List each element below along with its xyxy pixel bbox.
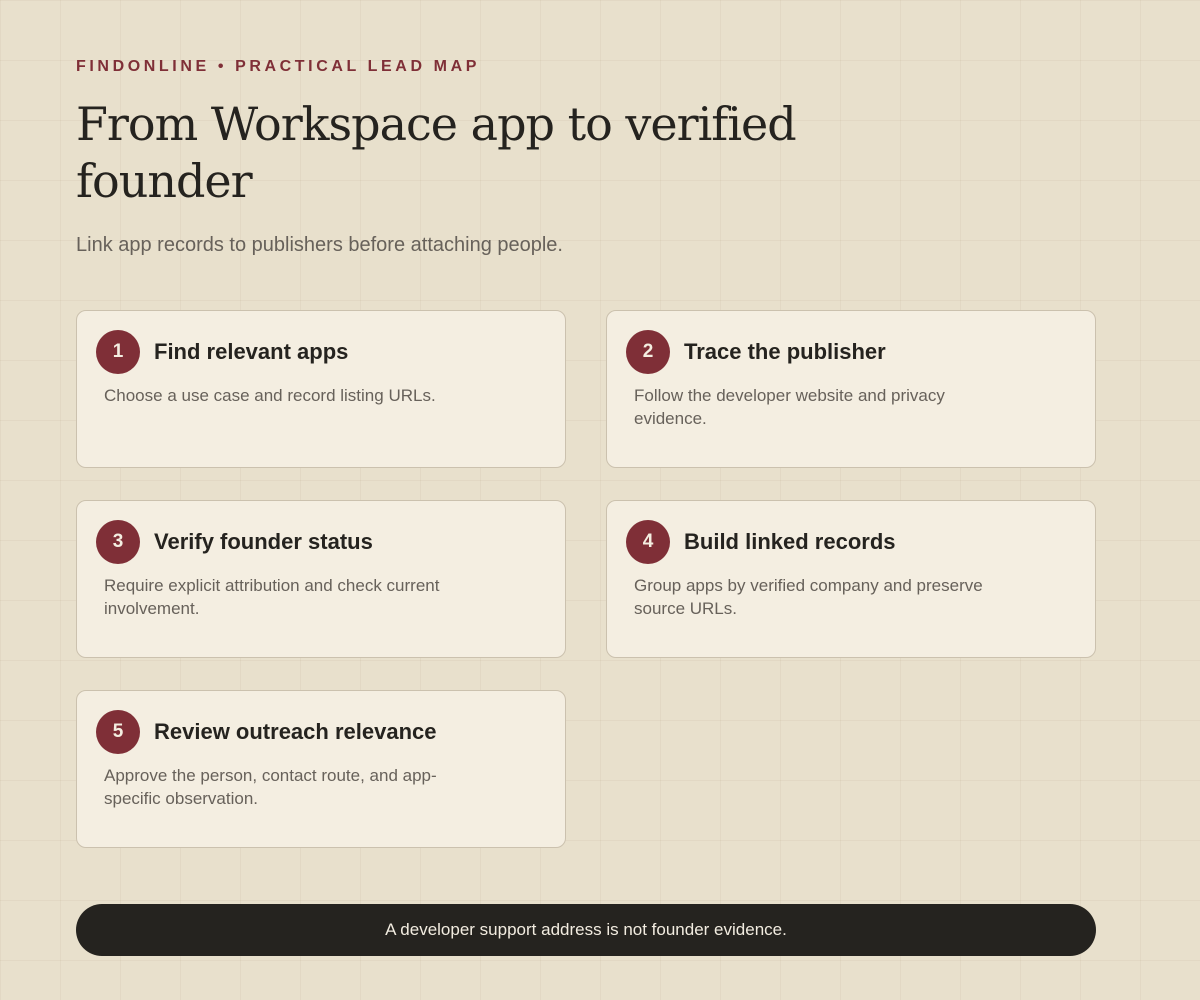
step-card-1: 1 Find relevant apps Choose a use case a… <box>76 310 566 468</box>
step-description: Choose a use case and record listing URL… <box>104 386 436 405</box>
step-title: Trace the publisher <box>684 339 886 364</box>
step-title: Build linked records <box>684 529 896 554</box>
step-number-badge: 2 <box>626 330 670 374</box>
page-subtitle: Link app records to publishers before at… <box>76 234 563 256</box>
step-description: Group apps by verified company and prese… <box>634 576 983 618</box>
eyebrow-label: FINDONLINE • PRACTICAL LEAD MAP <box>76 58 481 75</box>
step-description: Require explicit attribution and check c… <box>104 576 440 618</box>
step-card-4: 4 Build linked records Group apps by ver… <box>606 500 1096 658</box>
step-description: Follow the developer website and privacy… <box>634 386 945 428</box>
step-title: Find relevant apps <box>154 339 349 364</box>
step-number-badge: 3 <box>96 520 140 564</box>
step-description: Approve the person, contact route, and a… <box>104 766 437 808</box>
step-title: Verify founder status <box>154 529 373 554</box>
footer-note-banner: A developer support address is not found… <box>76 904 1096 956</box>
step-number-badge: 5 <box>96 710 140 754</box>
step-number-badge: 4 <box>626 520 670 564</box>
step-number-badge: 1 <box>96 330 140 374</box>
step-card-2: 2 Trace the publisher Follow the develop… <box>606 310 1096 468</box>
step-card-5: 5 Review outreach relevance Approve the … <box>76 690 566 848</box>
step-title: Review outreach relevance <box>154 719 437 744</box>
page-title: From Workspace app to verified founder <box>76 97 797 208</box>
step-card-3: 3 Verify founder status Require explicit… <box>76 500 566 658</box>
